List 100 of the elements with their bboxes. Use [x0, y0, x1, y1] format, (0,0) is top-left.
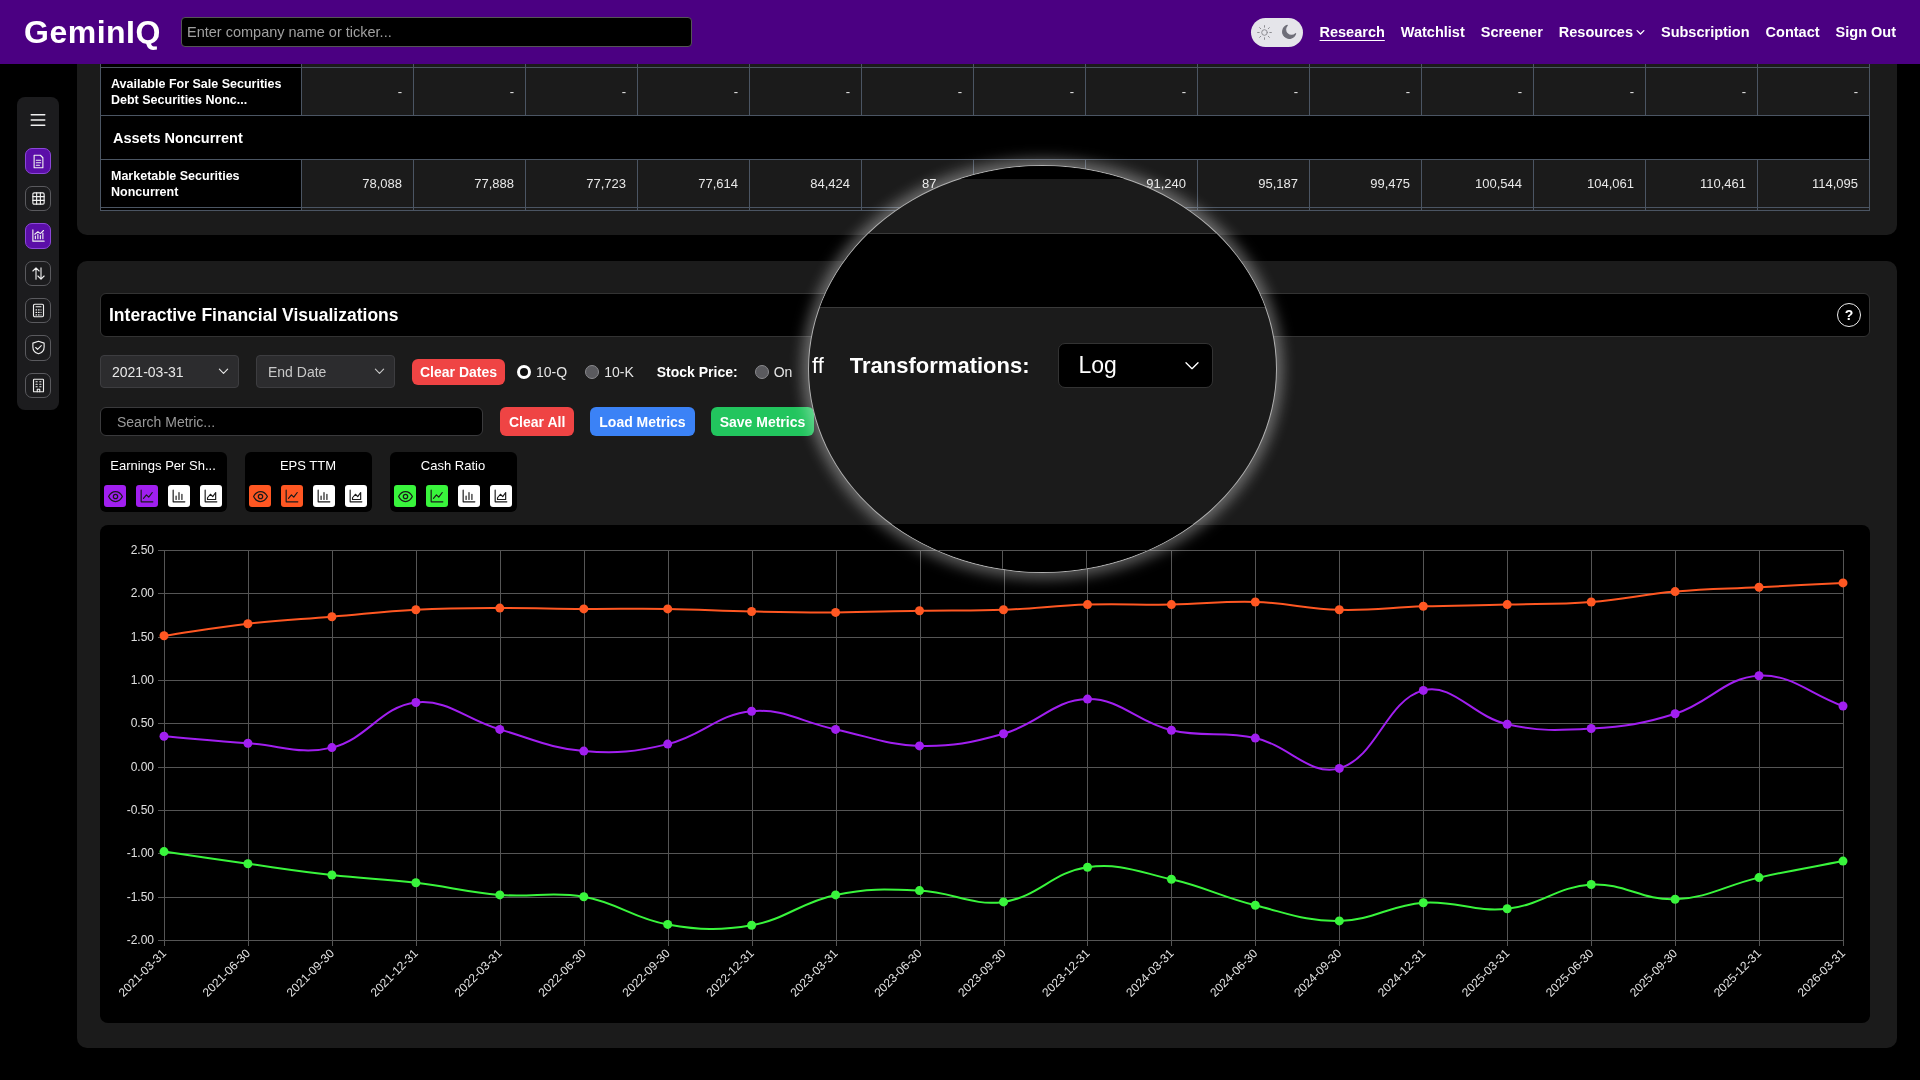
help-button[interactable]: ?: [1837, 303, 1861, 327]
sidebar-button[interactable]: [25, 260, 51, 286]
line-chart-icon: [285, 489, 299, 503]
table-cell: -: [1758, 68, 1870, 116]
chevron-icon: [374, 366, 385, 377]
radio-label: On: [773, 363, 793, 380]
search-field[interactable]: Search Metric...: [100, 407, 483, 436]
chart-type-button[interactable]: [345, 485, 367, 507]
axis-label: 0.00: [130, 759, 154, 774]
moon-icon: [1280, 24, 1297, 40]
table-cell: -: [974, 68, 1086, 116]
data-point: [495, 603, 505, 613]
document-icon: [30, 153, 46, 169]
logo[interactable]: GeminIQ: [24, 13, 164, 51]
sidebar-button[interactable]: [25, 223, 51, 249]
chart-type-button[interactable]: [200, 485, 222, 507]
nav-link[interactable]: Watchlist: [1400, 24, 1465, 40]
data-point: [1334, 916, 1344, 926]
table-cell: -: [1646, 68, 1758, 116]
radio-label: 10-K: [604, 363, 634, 380]
data-point: [1586, 724, 1596, 733]
data-point: [1334, 605, 1344, 615]
data-point: [747, 607, 757, 616]
bar-chart-icon: [317, 489, 331, 503]
data-point: [411, 878, 421, 888]
row-label: Available For Sale Securities Debt Securities Nonc...: [101, 68, 302, 116]
axis-label: -1.50: [126, 889, 154, 904]
data-point: [1083, 694, 1092, 704]
data-point: [1838, 701, 1848, 711]
chart-type-button[interactable]: [458, 485, 480, 507]
table-cell: -: [638, 68, 750, 116]
theme-toggle[interactable]: [1250, 17, 1303, 47]
nav-link[interactable]: Contact: [1765, 24, 1820, 40]
nav-link[interactable]: Sign Out: [1835, 24, 1896, 40]
sidebar-button[interactable]: [25, 185, 51, 212]
data-point: [411, 605, 421, 615]
row-label: Marketable Securities Noncurrent: [101, 160, 302, 208]
table-cell: 100,544: [1422, 160, 1534, 208]
data-point: [999, 605, 1008, 615]
visibility-toggle[interactable]: [104, 485, 126, 507]
visibility-toggle[interactable]: [394, 485, 416, 507]
search-field[interactable]: Enter company name or ticker...: [181, 17, 692, 47]
load-button[interactable]: Load Metrics: [590, 407, 695, 436]
nav-link[interactable]: Resources: [1558, 24, 1645, 40]
data-point: [1083, 862, 1092, 872]
sidebar-button[interactable]: [25, 335, 51, 361]
data-point: [243, 619, 253, 629]
transformations-label: Transformations:: [849, 352, 1030, 379]
transformations-select[interactable]: Log: [1057, 343, 1213, 388]
axis-label: 2.50: [130, 543, 154, 557]
clear-dates-button[interactable]: Clear Dates: [412, 358, 506, 385]
nav-link[interactable]: Screener: [1480, 24, 1543, 40]
data-point: [1502, 904, 1512, 914]
chart-type-button[interactable]: [426, 485, 448, 507]
nav-link[interactable]: Research: [1319, 24, 1385, 40]
data-point: [1838, 578, 1848, 588]
line-chart-icon: [430, 489, 444, 503]
clear-button[interactable]: Clear All: [500, 407, 575, 436]
radio-button[interactable]: [754, 364, 769, 379]
date-select[interactable]: End Date: [256, 355, 395, 388]
data-point: [663, 919, 673, 929]
table-cell: -: [302, 68, 414, 116]
bar-chart-icon: [462, 489, 476, 503]
data-point: [831, 607, 841, 617]
eye-icon: [252, 488, 268, 504]
data-point: [1418, 601, 1428, 611]
data-point: [663, 604, 673, 614]
data-point: [1754, 671, 1764, 681]
eye-icon: [107, 488, 123, 504]
data-point: [1670, 894, 1680, 904]
chart-type-button[interactable]: [313, 485, 335, 507]
data-point: [1838, 856, 1848, 866]
data-point: [1418, 898, 1428, 908]
chart-icon: [30, 228, 46, 244]
table-cell: 110,461: [1646, 160, 1758, 208]
axis-label: 1.00: [130, 673, 154, 687]
axis-label: 2.00: [130, 586, 154, 601]
table-cell: -: [1310, 68, 1422, 116]
data-point: [579, 892, 589, 902]
sidebar-button[interactable]: [25, 372, 51, 398]
data-point: [1250, 733, 1260, 743]
data-point: [243, 738, 253, 748]
sidebar-button[interactable]: [25, 297, 51, 324]
chart-type-button[interactable]: [168, 485, 190, 507]
sidebar-button[interactable]: [25, 148, 51, 174]
visibility-toggle[interactable]: [249, 485, 271, 507]
data-point: [747, 706, 757, 716]
axis-label: 0.50: [130, 716, 154, 731]
metric-name: EPS TTM: [279, 457, 337, 475]
chevron-icon: [218, 366, 229, 377]
axis-label: -0.50: [126, 803, 154, 817]
data-point: [159, 847, 169, 857]
data-point: [579, 746, 589, 756]
nav-link[interactable]: Subscription: [1660, 24, 1750, 40]
table-cell: -: [750, 68, 862, 116]
chart-type-button[interactable]: [490, 485, 512, 507]
radio-button[interactable]: [585, 364, 600, 379]
date-select[interactable]: 2021-03-31: [100, 355, 239, 388]
data-point: [1250, 597, 1260, 607]
data-point: [495, 890, 505, 900]
